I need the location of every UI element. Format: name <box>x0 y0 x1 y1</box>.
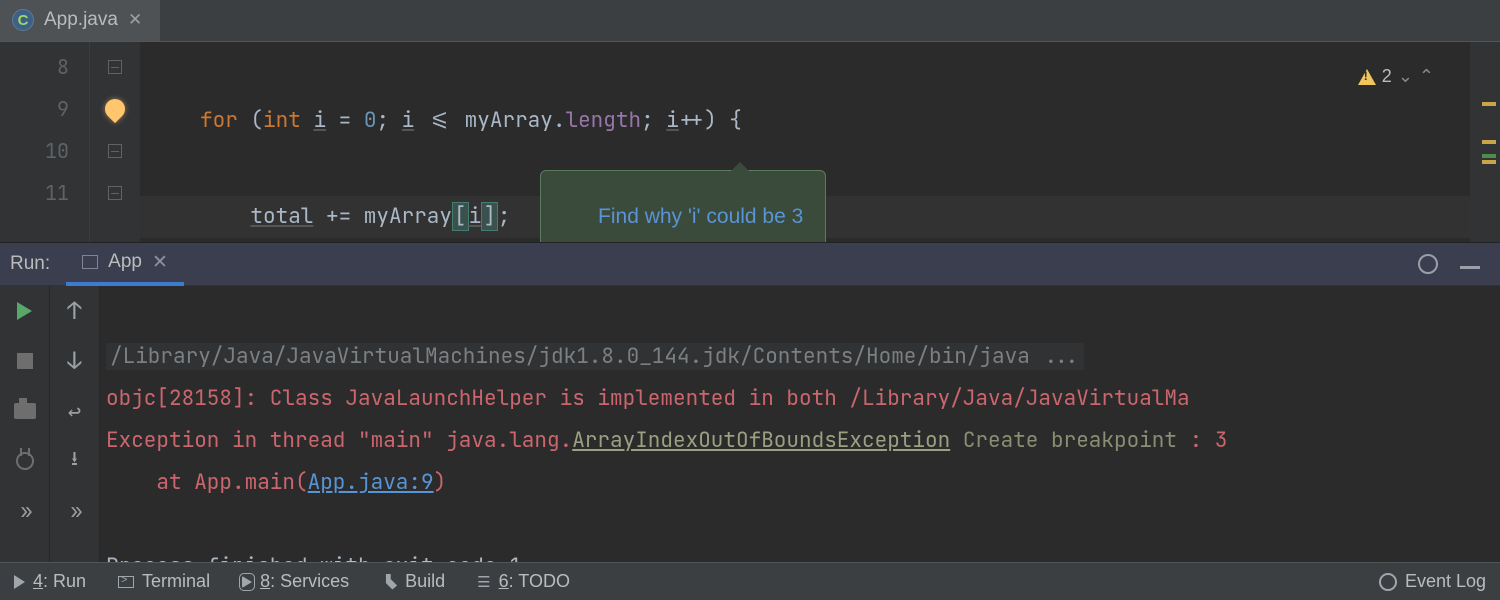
todo-icon: ☰ <box>477 573 490 591</box>
down-stack-button[interactable]: ↓ <box>62 348 88 374</box>
arrow-down-icon: ↓ <box>67 346 81 377</box>
build-icon <box>381 574 397 590</box>
code-line: for (int i = 0; i <= myArray.length; i++… <box>140 100 1470 142</box>
line-number: 8 <box>0 46 69 88</box>
line-number: 9 <box>0 88 69 130</box>
run-toolbar-right: ↑ ↓ ↩ ⭳ » <box>50 286 100 562</box>
console-line: objc[28158]: Class JavaLaunchHelper is i… <box>106 385 1190 412</box>
more-button[interactable]: » <box>62 498 88 524</box>
status-todo[interactable]: ☰6: TODO <box>477 571 570 592</box>
wrap-icon: ↩ <box>68 397 81 426</box>
play-icon <box>14 575 25 589</box>
error-stripe[interactable] <box>1470 42 1500 242</box>
run-toolbar-left: » <box>0 286 50 562</box>
stripe-warning-mark[interactable] <box>1482 140 1496 144</box>
terminal-icon <box>118 576 134 588</box>
warning-count: 2 <box>1382 66 1392 87</box>
stop-icon <box>17 353 33 369</box>
inspections-summary[interactable]: 2 ⌄ ⌃ <box>1358 66 1434 87</box>
more-button[interactable]: » <box>12 498 38 524</box>
dump-threads-button[interactable] <box>12 398 38 424</box>
status-bar: 4: Run Terminal 8: Services Build ☰6: TO… <box>0 562 1500 600</box>
more-icon: » <box>71 498 79 524</box>
console-line: at App.main(App.java:9) <box>106 469 446 496</box>
close-icon[interactable]: ✕ <box>152 251 168 274</box>
run-config-name: App <box>108 251 142 273</box>
services-icon <box>242 576 252 588</box>
line-number: 10 <box>0 130 69 172</box>
run-label: Run: <box>0 253 66 275</box>
chevron-up-icon[interactable]: ⌃ <box>1419 66 1434 87</box>
gutter-icons <box>90 42 140 242</box>
more-icon: » <box>21 498 29 524</box>
run-toolwindow-header: Run: App ✕ <box>0 242 1500 286</box>
console-line: /Library/Java/JavaVirtualMachines/jdk1.8… <box>106 343 1084 370</box>
console-line: Exception in thread "main" java.lang.Arr… <box>106 427 1227 454</box>
code-area[interactable]: for (int i = 0; i <= myArray.length; i++… <box>140 42 1470 242</box>
stop-button[interactable] <box>12 348 38 374</box>
scroll-end-icon: ⭳ <box>71 444 78 478</box>
stack-frame-link[interactable]: App.java:9 <box>308 469 434 496</box>
status-build[interactable]: Build <box>381 571 445 592</box>
status-services[interactable]: 8: Services <box>242 571 349 592</box>
exception-link[interactable]: ArrayIndexOutOfBoundsException <box>572 427 950 454</box>
camera-icon <box>14 403 36 419</box>
attach-debugger-button[interactable] <box>12 448 38 474</box>
code-editor[interactable]: 8 9 10 11 for (int i = 0; i <= myArray.l… <box>0 42 1500 242</box>
event-log-icon <box>1379 573 1397 591</box>
chevron-down-icon[interactable]: ⌄ <box>1398 66 1413 87</box>
close-icon[interactable]: ✕ <box>128 10 142 30</box>
intention-bulb-icon[interactable] <box>101 95 129 123</box>
minimize-icon[interactable] <box>1460 266 1480 274</box>
play-icon <box>17 302 32 320</box>
soft-wrap-button[interactable]: ↩ <box>62 398 88 424</box>
line-number-gutter: 8 9 10 11 <box>0 42 90 242</box>
scroll-to-end-button[interactable]: ⭳ <box>62 448 88 474</box>
line-number: 11 <box>0 172 69 214</box>
run-config-tab[interactable]: App ✕ <box>66 242 184 286</box>
editor-tabbar: C App.java ✕ <box>0 0 1500 42</box>
fold-icon[interactable] <box>108 60 122 74</box>
class-icon: C <box>12 9 34 31</box>
bug-icon <box>16 452 34 470</box>
status-terminal[interactable]: Terminal <box>118 571 210 592</box>
intention-text: Find why 'i' could be 3 <box>598 205 803 228</box>
stripe-ok-mark[interactable] <box>1482 154 1496 158</box>
tab-app-java[interactable]: C App.java ✕ <box>0 0 160 41</box>
stripe-warning-mark[interactable] <box>1482 102 1496 106</box>
intention-popup[interactable]: Find why 'i' could be 3 <box>540 170 826 242</box>
fold-icon[interactable] <box>108 186 122 200</box>
console-line: Process finished with exit code 1 <box>106 553 522 562</box>
console-output[interactable]: /Library/Java/JavaVirtualMachines/jdk1.8… <box>100 286 1500 562</box>
run-toolwindow: » ↑ ↓ ↩ ⭳ » /Library/Java/JavaVirtualMac… <box>0 286 1500 562</box>
rerun-button[interactable] <box>12 298 38 324</box>
up-stack-button[interactable]: ↑ <box>62 298 88 324</box>
stripe-warning-mark[interactable] <box>1482 160 1496 164</box>
arrow-up-icon: ↑ <box>67 296 81 327</box>
fold-icon[interactable] <box>108 144 122 158</box>
run-config-icon <box>82 255 98 269</box>
gear-icon[interactable] <box>1418 254 1438 274</box>
create-breakpoint-link[interactable]: Create breakpoint <box>963 427 1177 454</box>
status-event-log[interactable]: Event Log <box>1379 571 1486 592</box>
status-run[interactable]: 4: Run <box>14 571 86 592</box>
tab-label: App.java <box>44 9 118 31</box>
warning-icon <box>1358 69 1376 85</box>
